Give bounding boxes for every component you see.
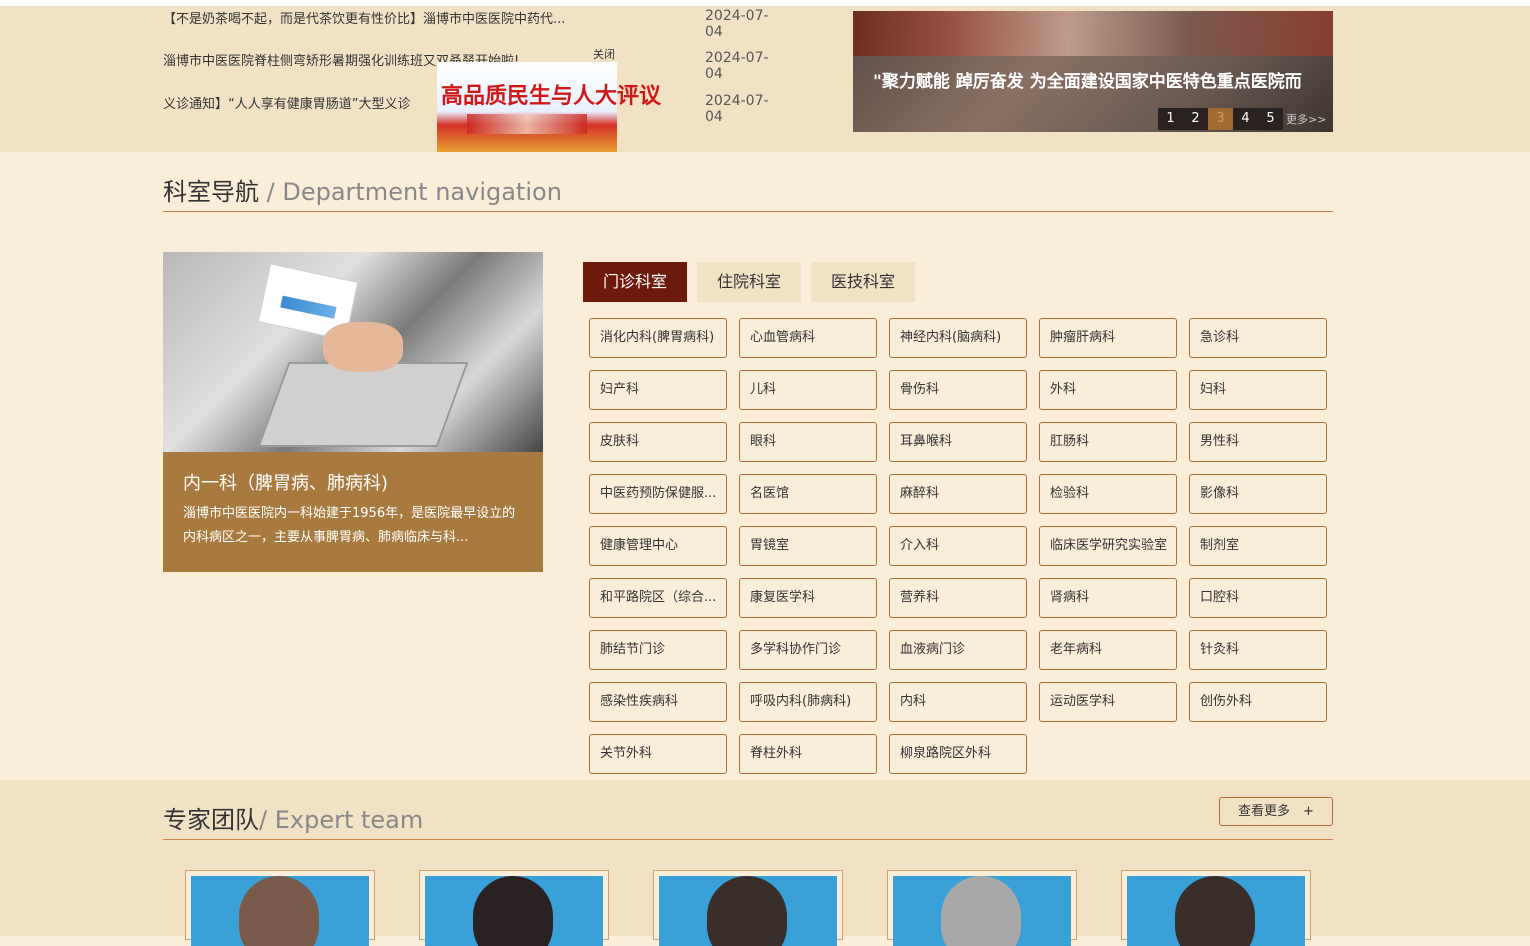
expert-title-en: / Expert team xyxy=(259,806,424,834)
dept-nav-title-cn: 科室导航 xyxy=(163,178,259,206)
dept-button[interactable]: 眼科 xyxy=(739,422,877,462)
dept-button[interactable]: 内科 xyxy=(889,682,1027,722)
dept-button[interactable]: 妇产科 xyxy=(589,370,727,410)
floating-ad-banner[interactable]: 高品质民生与人大评议 xyxy=(437,62,661,152)
dept-button[interactable]: 感染性疾病科 xyxy=(589,682,727,722)
ad-decoration xyxy=(467,114,587,134)
slider-more-link[interactable]: 更多>> xyxy=(1286,111,1326,127)
dept-button[interactable]: 胃镜室 xyxy=(739,526,877,566)
expert-card[interactable] xyxy=(1121,870,1311,946)
tab-inpatient[interactable]: 住院科室 xyxy=(697,262,801,302)
expert-card[interactable] xyxy=(653,870,843,946)
news-slider[interactable]: "聚力赋能 踔厉奋发 为全面建设国家中医特色重点医院而 1 2 3 4 5 更多… xyxy=(853,11,1333,132)
dept-button[interactable]: 血液病门诊 xyxy=(889,630,1027,670)
dept-card-image xyxy=(163,252,543,452)
dept-button[interactable]: 多学科协作门诊 xyxy=(739,630,877,670)
dept-button[interactable]: 创伤外科 xyxy=(1189,682,1327,722)
dept-button[interactable]: 神经内科(脑病科) xyxy=(889,318,1027,358)
dept-button[interactable]: 和平路院区（综合... xyxy=(589,578,727,618)
dept-button[interactable]: 影像科 xyxy=(1189,474,1327,514)
dept-button[interactable]: 介入科 xyxy=(889,526,1027,566)
dept-button[interactable]: 心血管病科 xyxy=(739,318,877,358)
dept-button[interactable]: 针灸科 xyxy=(1189,630,1327,670)
dept-button[interactable]: 健康管理中心 xyxy=(589,526,727,566)
section-divider xyxy=(163,211,1333,212)
dept-button[interactable]: 外科 xyxy=(1039,370,1177,410)
dept-button[interactable]: 临床医学研究实验室 xyxy=(1039,526,1177,566)
dept-button[interactable]: 男性科 xyxy=(1189,422,1327,462)
dept-button[interactable]: 营养科 xyxy=(889,578,1027,618)
dept-button[interactable]: 老年病科 xyxy=(1039,630,1177,670)
slider-image xyxy=(853,11,1333,56)
dept-button[interactable]: 急诊科 xyxy=(1189,318,1327,358)
expert-card[interactable] xyxy=(419,870,609,946)
news-date: 2024-07-04 xyxy=(705,8,769,40)
slider-page-3[interactable]: 3 xyxy=(1208,108,1233,130)
dept-button[interactable]: 运动医学科 xyxy=(1039,682,1177,722)
expert-card[interactable] xyxy=(887,870,1077,946)
dept-button[interactable]: 制剂室 xyxy=(1189,526,1327,566)
tab-medtech[interactable]: 医技科室 xyxy=(811,262,915,302)
dept-button[interactable]: 肺结节门诊 xyxy=(589,630,727,670)
slider-page-2[interactable]: 2 xyxy=(1183,108,1208,130)
handshake-image xyxy=(323,322,403,372)
slider-caption[interactable]: "聚力赋能 踔厉奋发 为全面建设国家中医特色重点医院而 xyxy=(873,67,1302,92)
dept-button[interactable]: 消化内科(脾胃病科) xyxy=(589,318,727,358)
slider-pagination: 1 2 3 4 5 xyxy=(1158,108,1283,130)
dept-button[interactable]: 中医药预防保健服... xyxy=(589,474,727,514)
news-date: 2024-07-04 xyxy=(705,93,769,125)
dept-nav-title: 科室导航 / Department navigation xyxy=(163,172,562,207)
featured-dept-card[interactable]: 内一科（脾胃病、肺病科) 淄博市中医医院内一科始建于1956年，是医院最早设立的… xyxy=(163,252,543,572)
slider-page-1[interactable]: 1 xyxy=(1158,108,1183,130)
tab-outpatient[interactable]: 门诊科室 xyxy=(583,262,687,302)
news-item[interactable]: 【不是奶茶喝不起，而是代茶饮更有性价比】淄博市中医医院中药代... 2024-0… xyxy=(163,8,783,40)
dept-button[interactable]: 妇科 xyxy=(1189,370,1327,410)
dept-button[interactable]: 口腔科 xyxy=(1189,578,1327,618)
ad-close-button[interactable]: 关闭 xyxy=(593,46,615,62)
dept-button[interactable]: 肛肠科 xyxy=(1039,422,1177,462)
dept-button[interactable]: 康复医学科 xyxy=(739,578,877,618)
news-title[interactable]: 【不是奶茶喝不起，而是代茶饮更有性价比】淄博市中医医院中药代... xyxy=(163,8,603,27)
dept-button[interactable]: 柳泉路院区外科 xyxy=(889,734,1027,774)
dept-card-desc: 淄博市中医医院内一科始建于1956年，是医院最早设立的内科病区之一，主要从事脾胃… xyxy=(183,506,516,545)
dept-button[interactable]: 儿科 xyxy=(739,370,877,410)
dept-button[interactable]: 皮肤科 xyxy=(589,422,727,462)
expert-title-cn: 专家团队 xyxy=(163,806,259,834)
dept-button[interactable]: 麻醉科 xyxy=(889,474,1027,514)
dept-button[interactable]: 肿瘤肝病科 xyxy=(1039,318,1177,358)
dept-card-name[interactable]: 内一科（脾胃病、肺病科) xyxy=(183,469,388,495)
expert-title: 专家团队/ Expert team xyxy=(163,800,423,835)
dept-button[interactable]: 呼吸内科(肺病科) xyxy=(739,682,877,722)
dept-button[interactable]: 名医馆 xyxy=(739,474,877,514)
dept-button[interactable]: 脊柱外科 xyxy=(739,734,877,774)
ad-title: 高品质民生与人大评议 xyxy=(441,84,662,109)
dept-button[interactable]: 骨伤科 xyxy=(889,370,1027,410)
laptop-image xyxy=(257,362,469,447)
dept-button[interactable]: 检验科 xyxy=(1039,474,1177,514)
dept-nav-title-en: / Department navigation xyxy=(259,178,562,206)
expert-card[interactable] xyxy=(185,870,375,946)
dept-button[interactable]: 关节外科 xyxy=(589,734,727,774)
dept-button[interactable]: 耳鼻喉科 xyxy=(889,422,1027,462)
section-divider xyxy=(163,839,1333,840)
news-date: 2024-07-04 xyxy=(705,50,769,82)
dept-button[interactable]: 肾病科 xyxy=(1039,578,1177,618)
slider-page-4[interactable]: 4 xyxy=(1233,108,1258,130)
slider-page-5[interactable]: 5 xyxy=(1258,108,1283,130)
expert-more-button[interactable]: 查看更多 + xyxy=(1219,797,1333,826)
